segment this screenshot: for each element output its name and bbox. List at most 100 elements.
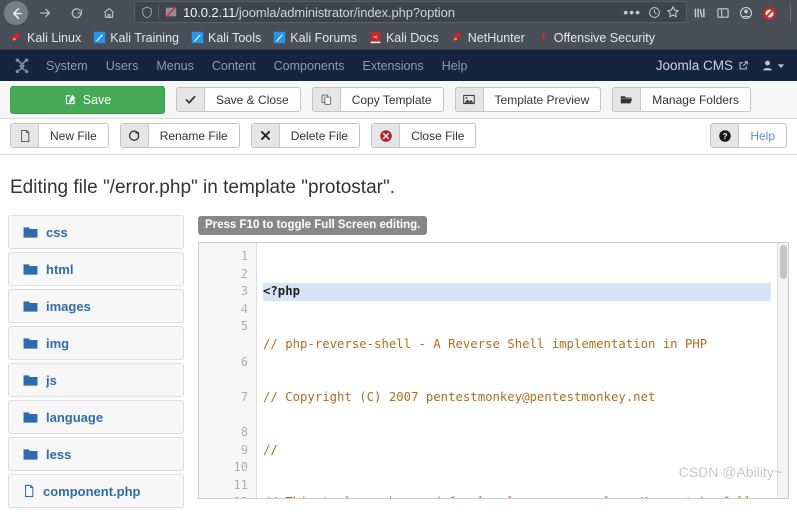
save-button[interactable]: Save [10,85,165,114]
line-number: 11 [233,477,248,492]
bookmark-label: NetHunter [467,30,525,45]
joomla-logo-icon[interactable] [12,56,32,76]
address-bar[interactable]: 10.0.2.11/joomla/administrator/index.php… [134,1,687,23]
shield-icon [141,6,153,19]
template-preview-label: Template Preview [494,92,590,107]
primary-toolbar: Save Save & Close Copy Template Template… [0,81,797,119]
check-icon [177,88,205,111]
user-icon [763,60,772,71]
url-path: /joomla/administrator/index.php?option [235,4,455,20]
bookmark-label: Kali Linux [27,30,82,45]
file-list-item[interactable]: images [8,289,184,323]
forward-button[interactable] [30,0,60,26]
admin-menu-item-users[interactable]: Users [106,59,139,73]
browser-nav-buttons [4,0,124,26]
delete-file-button[interactable]: Delete File [250,123,361,148]
folder-icon [23,226,38,239]
user-menu[interactable] [761,59,785,72]
file-list-item[interactable]: css [8,215,184,249]
code-content[interactable]: <?php // php-reverse-shell - A Reverse S… [257,243,777,498]
admin-menu-item-content[interactable]: Content [212,59,256,73]
bookmark-kali-docs[interactable]: < Kali Docs [363,31,445,45]
close-file-button[interactable]: Close File [371,123,477,148]
file-list-item-label: less [46,446,72,462]
home-button[interactable] [94,0,124,26]
file-list-item-label: css [46,224,68,240]
admin-bar-right: Joomla CMS [656,58,785,73]
manage-folders-button[interactable]: Manage Folders [612,87,751,112]
bookmark-label: Kali Docs [385,30,439,45]
back-button[interactable] [4,1,28,25]
bookmark-kali-linux[interactable]: Kali Linux [4,31,87,45]
url-host: 10.0.2.11 [183,4,236,20]
file-list-item[interactable]: component.php [8,474,184,508]
bookmark-offensive-security[interactable]: Offensive Security [531,31,661,45]
new-file-button[interactable]: New File [10,123,109,148]
bookmark-kali-tools[interactable]: Kali Tools [185,31,267,45]
folder-open-icon [613,88,642,111]
file-list-item[interactable]: less [8,437,184,471]
close-file-label: Close File [411,128,465,143]
bookmark-kali-forums[interactable]: Kali Forums [267,31,363,45]
url-text[interactable]: 10.0.2.11/joomla/administrator/index.php… [183,5,616,20]
file-list-item[interactable]: img [8,326,184,360]
line-number: 2 [240,266,248,281]
bookmark-label: Kali Forums [290,30,357,45]
line-number: 3 [240,284,248,299]
save-and-close-button[interactable]: Save & Close [176,87,301,112]
sidebar-icon[interactable] [716,6,730,20]
folder-icon [23,411,38,424]
insecure-connection-icon [164,5,178,19]
rename-file-label: Rename File [159,128,228,143]
copy-icon [312,88,341,111]
scrollbar-thumb[interactable] [780,245,787,279]
line-number-spacer [199,371,248,389]
line-number: 9 [240,442,248,457]
question-circle-icon: ? [711,124,740,147]
reader-mode-icon[interactable] [648,6,661,19]
file-list-item[interactable]: js [8,363,184,397]
x-icon [251,124,280,147]
bookmark-label: Offensive Security [553,30,655,45]
help-button[interactable]: ? Help [710,123,787,148]
file-icon [23,484,35,498]
folder-icon [23,374,38,387]
kali-dragon-icon [11,32,21,41]
secondary-toolbar: New File Rename File Delete File Close F… [0,119,797,155]
copy-template-label: Copy Template [351,92,432,107]
fullscreen-hint: Press F10 to toggle Full Screen editing. [198,216,428,235]
admin-menu: System Users Menus Content Components Ex… [46,59,467,73]
bookmarks-bar: Kali Linux Kali Training Kali Tools Kali… [0,26,797,50]
admin-menu-item-components[interactable]: Components [274,59,345,73]
copy-template-button[interactable]: Copy Template [311,87,444,112]
bookmark-star-icon[interactable] [666,5,680,19]
chevron-down-icon [777,63,785,68]
bookmark-nethunter[interactable]: NetHunter [445,31,531,45]
page-actions-menu-icon[interactable]: ••• [621,4,643,20]
extension-shield-icon[interactable] [762,6,777,21]
site-name-link[interactable]: Joomla CMS [656,58,749,73]
image-icon [455,88,484,111]
account-icon[interactable] [739,6,753,20]
reload-button[interactable] [62,0,92,26]
admin-menu-item-help[interactable]: Help [442,59,468,73]
rename-file-button[interactable]: Rename File [119,123,240,148]
admin-menu-item-menus[interactable]: Menus [156,59,194,73]
file-list-item-label: js [46,372,57,388]
file-browser-list: css html images img js language less com… [8,215,184,508]
admin-menu-item-system[interactable]: System [46,59,88,73]
line-number: 4 [240,301,248,316]
file-list-item[interactable]: language [8,400,184,434]
code-line: // Copyright (C) 2007 pentestmonkey@pent… [263,389,656,404]
code-editor[interactable]: 1 2 3 4 5 6 7 8 9 10 11 12 <?php // php-… [198,242,789,499]
line-number-gutter: 1 2 3 4 5 6 7 8 9 10 11 12 [199,243,257,498]
file-list-item-label: img [46,335,70,351]
file-list-item[interactable]: html [8,252,184,286]
bookmark-kali-training[interactable]: Kali Training [87,31,185,45]
library-icon[interactable] [693,6,707,20]
code-line: // This tool may be used for legal purpo… [263,494,771,498]
admin-menu-item-extensions[interactable]: Extensions [363,59,424,73]
help-label: Help [750,128,775,143]
template-preview-button[interactable]: Template Preview [454,87,602,112]
editor-scrollbar[interactable] [777,243,788,498]
